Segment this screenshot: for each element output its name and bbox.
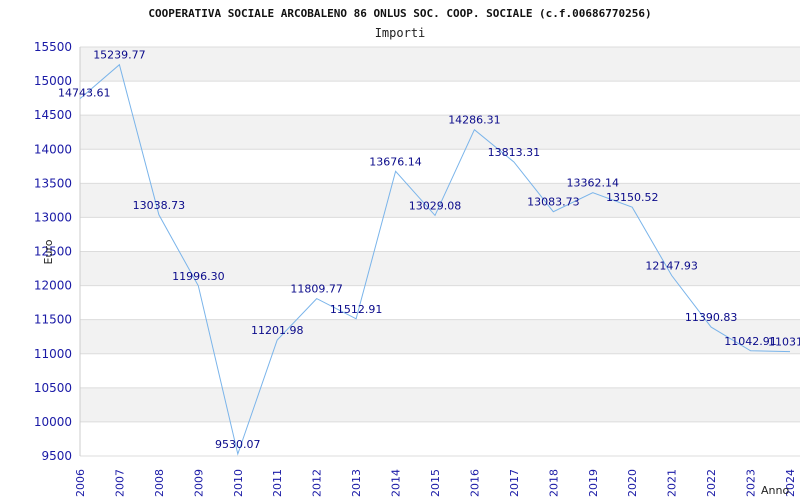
x-tick-label: 2008 xyxy=(153,469,166,497)
grid-band xyxy=(80,387,800,422)
data-label: 11201.98 xyxy=(251,324,304,337)
x-tick-label: 2012 xyxy=(311,469,324,497)
grid-band xyxy=(80,217,800,252)
y-tick-label: 13000 xyxy=(34,210,72,224)
y-tick-label: 12000 xyxy=(34,279,72,293)
grid-bands xyxy=(79,46,800,457)
data-label: 9530.07 xyxy=(215,438,261,451)
y-tick-label: 10000 xyxy=(34,415,72,429)
chart-subtitle: Importi xyxy=(375,26,426,40)
data-label: 13038.73 xyxy=(133,199,186,212)
grid-band xyxy=(80,421,800,456)
x-tick-label: 2011 xyxy=(271,469,284,497)
data-label: 13029.08 xyxy=(409,199,462,212)
data-label: 13676.14 xyxy=(369,155,422,168)
data-label: 11390.83 xyxy=(685,311,738,324)
grid-band xyxy=(80,319,800,354)
y-tick-label: 11500 xyxy=(34,313,72,327)
x-tick-label: 2018 xyxy=(547,469,560,497)
y-tick-label: 9500 xyxy=(41,449,72,463)
data-label: 11996.30 xyxy=(172,270,225,283)
grid-band xyxy=(80,353,800,388)
data-label: 15239.77 xyxy=(93,49,146,62)
y-tick-label: 14000 xyxy=(34,142,72,156)
x-tick-label: 2021 xyxy=(666,469,679,497)
chart: 9500100001050011000115001200012500130001… xyxy=(0,0,800,500)
x-tick-label: 2016 xyxy=(468,469,481,497)
x-tick-label: 2022 xyxy=(705,469,718,497)
grid-band xyxy=(80,149,800,184)
x-tick-label: 2010 xyxy=(232,469,245,497)
y-tick-label: 10500 xyxy=(34,381,72,395)
y-axis-label: Euro xyxy=(42,239,55,264)
x-tick-label: 2007 xyxy=(113,469,126,497)
x-tick-label: 2017 xyxy=(508,469,521,497)
y-tick-label: 14500 xyxy=(34,108,72,122)
grid-band xyxy=(80,81,800,116)
y-tick-label: 11000 xyxy=(34,347,72,361)
x-tick-label: 2006 xyxy=(74,469,87,497)
y-tick-label: 15500 xyxy=(34,40,72,54)
data-label: 11031.9 xyxy=(768,336,800,349)
data-label: 13083.73 xyxy=(527,196,580,209)
data-label: 14743.61 xyxy=(58,87,111,100)
data-label: 11809.77 xyxy=(290,283,343,296)
x-axis-label: Anno xyxy=(761,484,789,497)
x-tick-label: 2014 xyxy=(390,469,403,497)
data-label: 14286.31 xyxy=(448,114,501,127)
data-label: 13362.14 xyxy=(567,177,620,190)
x-tick-label: 2013 xyxy=(350,469,363,497)
x-tick-label: 2015 xyxy=(429,469,442,497)
x-tick-label: 2019 xyxy=(587,469,600,497)
x-tick-label: 2023 xyxy=(745,469,758,497)
chart-title: COOPERATIVA SOCIALE ARCOBALENO 86 ONLUS … xyxy=(148,7,651,20)
grid-band xyxy=(80,47,800,82)
data-label: 11512.91 xyxy=(330,303,383,316)
grid-band xyxy=(80,115,800,150)
data-label: 13150.52 xyxy=(606,191,659,204)
data-label: 13813.31 xyxy=(488,146,541,159)
data-label: 12147.93 xyxy=(645,259,698,272)
x-tick-label: 2009 xyxy=(192,469,205,497)
x-tick-label: 2020 xyxy=(626,469,639,497)
y-tick-label: 13500 xyxy=(34,176,72,190)
